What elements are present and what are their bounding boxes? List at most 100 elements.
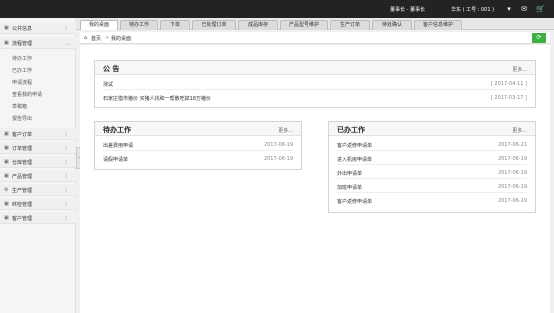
main-content: 公 告 更多... 测试 [ 2017-04-11 ] 石家庄猎市猪价 买猪人找…: [80, 45, 550, 313]
section-icon: ▣: [4, 40, 9, 46]
panel-title: 公 告: [103, 65, 120, 73]
chevron-right-icon: 〉: [65, 174, 71, 180]
list-item[interactable]: 客户返修申请单 2017-06-21: [337, 139, 527, 151]
sidebar-section-label: 公共信息: [12, 26, 33, 32]
done-panel: 已办工作 更多... 客户返修申请单 2017-06-21 进入机房申请单 20…: [328, 121, 536, 213]
tab-processed-orders[interactable]: 已处理订单: [192, 20, 236, 30]
list-item[interactable]: 外出申请单 2017-06-19: [337, 167, 527, 179]
item-date: 2017-06-21: [497, 142, 527, 148]
section-icon: ▣: [4, 131, 9, 137]
sidebar-section-production[interactable]: ⚙ 生产管理 〉: [0, 184, 76, 196]
item-text: 客户返修申请单: [337, 199, 373, 205]
sidebar-section-product[interactable]: ▣ 产品管理 〉: [0, 170, 76, 182]
tab-order[interactable]: 下单: [160, 20, 190, 30]
panel-title: 已办工作: [337, 126, 365, 134]
item-date: 2017-06-19: [497, 170, 527, 176]
more-link[interactable]: 更多...: [278, 127, 293, 134]
item-text: 客户返修申请单: [337, 143, 373, 149]
top-bar: 董事长 - 董事长 华东 ( 工号 : 001 ) ▾ ✉ 🛒: [0, 0, 554, 18]
sidebar: ▣ 公共信息 〉 ▣ 流程管理 ︿ 待办工作 已办工作 申请流程 查看我的申请 …: [0, 18, 76, 313]
chevron-right-icon: 〉: [65, 202, 71, 208]
sidebar-section-label: 仓库管理: [12, 160, 33, 166]
item-date: 2017-06-19: [497, 156, 527, 162]
cart-icon[interactable]: 🛒: [536, 5, 545, 13]
list-item[interactable]: 加班申请单 2017-06-19: [337, 181, 527, 193]
list-item[interactable]: 出差费用申请 2017-06-19: [103, 139, 293, 151]
list-item[interactable]: 石家庄猎市猪价 买猪人找和一帮散吃掉18万猪价 [ 2017-03-17 ]: [103, 92, 527, 104]
sidebar-item-export[interactable]: 报告导出: [12, 115, 32, 122]
item-text: 外出申请单: [337, 171, 363, 177]
tab-stock[interactable]: 成品库存: [238, 20, 278, 30]
panel-title: 待办工作: [103, 126, 131, 134]
item-date: [ 2017-04-11 ]: [490, 81, 527, 87]
sidebar-item-drafts[interactable]: 草稿箱: [12, 103, 27, 110]
chevron-right-icon: 〉: [65, 146, 71, 152]
chevron-right-icon: 〉: [65, 26, 71, 32]
gear-icon: ⚙: [4, 187, 9, 193]
tab-bar: 我的桌面 待办工作 下单 已处理订单 成品库存 产品型号维护 生产订单 待处确认…: [76, 18, 554, 30]
chevron-right-icon: 〉: [65, 160, 71, 166]
user-account[interactable]: 华东 ( 工号 : 001 ): [451, 6, 494, 13]
item-text: 请假申请单: [103, 157, 129, 163]
home-icon[interactable]: ⌂: [84, 35, 87, 41]
panel-header: 公 告 更多...: [95, 61, 535, 75]
sidebar-section-order[interactable]: ▣ 订单管理 〉: [0, 142, 76, 154]
sidebar-section-label: 产品管理: [12, 174, 33, 180]
announcement-panel: 公 告 更多... 测试 [ 2017-04-11 ] 石家庄猎市猪价 买猪人找…: [94, 60, 536, 108]
sidebar-section-customer-order[interactable]: ▣ 客户订单 〉: [0, 128, 76, 140]
tab-todo[interactable]: 待办工作: [120, 20, 158, 30]
sidebar-section-label: 客户订单: [12, 132, 33, 138]
item-date: [ 2017-03-17 ]: [490, 95, 527, 101]
panel-header: 待办工作 更多...: [95, 122, 301, 136]
sidebar-section-process[interactable]: ▣ 流程管理 ︿: [0, 37, 76, 49]
sidebar-item-apply[interactable]: 申请流程: [12, 79, 32, 86]
sidebar-section-customer[interactable]: ▣ 客户管理 〉: [0, 212, 76, 224]
sidebar-section-warehouse[interactable]: ▣ 仓库管理 〉: [0, 156, 76, 168]
item-date: 2017-06-19: [497, 184, 527, 190]
sidebar-section-public-info[interactable]: ▣ 公共信息 〉: [0, 22, 76, 34]
item-text: 出差费用申请: [103, 143, 134, 149]
item-date: 2017-06-19: [497, 198, 527, 204]
user-role[interactable]: 董事长 - 董事长: [390, 6, 425, 13]
item-text: 测试: [103, 82, 114, 88]
section-icon: ▣: [4, 25, 9, 31]
tab-my-desktop[interactable]: 我的桌面: [80, 20, 118, 30]
list-item[interactable]: 请假申请单 2017-06-19: [103, 153, 293, 165]
sidebar-item-todo[interactable]: 待办工作: [12, 55, 32, 62]
chevron-up-icon: ︿: [65, 41, 71, 47]
sidebar-section-label: 订单管理: [12, 146, 33, 152]
breadcrumb-current: 我的桌面: [111, 36, 132, 42]
sidebar-item-done[interactable]: 已办工作: [12, 67, 32, 74]
todo-panel: 待办工作 更多... 出差费用申请 2017-06-19 请假申请单 2017-…: [94, 121, 302, 170]
chevron-right-icon: 〉: [65, 188, 71, 194]
sidebar-item-my-apply[interactable]: 查看我的申请: [12, 91, 42, 98]
list-item[interactable]: 客户返修申请单 2017-06-19: [337, 195, 527, 207]
more-link[interactable]: 更多...: [512, 66, 527, 73]
breadcrumb: ⌂ 首页 > 我的桌面: [80, 32, 550, 44]
chevron-down-icon[interactable]: ▾: [505, 5, 513, 13]
sidebar-section-label: 生产管理: [12, 188, 33, 194]
list-item[interactable]: 测试 [ 2017-04-11 ]: [103, 78, 527, 90]
sidebar-section-label: 客户管理: [12, 216, 33, 222]
breadcrumb-home[interactable]: 首页: [91, 35, 101, 42]
panel-header: 已办工作 更多...: [329, 122, 535, 136]
chevron-right-icon: 〉: [65, 132, 71, 138]
list-item[interactable]: 进入机房申请单 2017-06-19: [337, 153, 527, 165]
tab-customer-info[interactable]: 客户信息维护: [414, 20, 462, 30]
item-date: 2017-06-19: [263, 142, 293, 148]
sidebar-section-inspection[interactable]: ▣ 终检管理 〉: [0, 198, 76, 210]
refresh-button[interactable]: ⟳: [532, 33, 546, 43]
more-link[interactable]: 更多...: [512, 127, 527, 134]
mail-icon[interactable]: ✉: [520, 5, 528, 13]
item-date: 2017-06-19: [263, 156, 293, 162]
breadcrumb-separator: >: [105, 35, 110, 41]
section-icon: ▣: [4, 145, 9, 151]
section-icon: ▣: [4, 215, 9, 221]
section-icon: ▣: [4, 159, 9, 165]
tab-production-order[interactable]: 生产订单: [330, 20, 370, 30]
tab-pending-confirm[interactable]: 待处确认: [372, 20, 412, 30]
chevron-right-icon: 〉: [65, 216, 71, 222]
tab-product-model[interactable]: 产品型号维护: [280, 20, 328, 30]
section-icon: ▣: [4, 173, 9, 179]
item-text: 加班申请单: [337, 185, 363, 191]
